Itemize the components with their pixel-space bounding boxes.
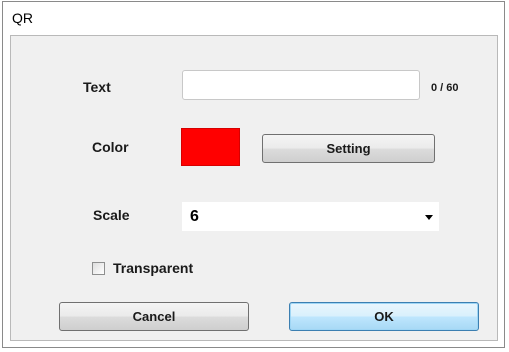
- chevron-down-icon: [425, 215, 433, 220]
- color-label: Color: [92, 139, 129, 155]
- window-title: QR: [12, 10, 33, 26]
- cancel-button[interactable]: Cancel: [59, 302, 249, 331]
- scale-selected-value: 6: [190, 208, 199, 225]
- qr-dialog-window: QR Text 0 / 60 Color Setting Scale 6 Tra…: [2, 1, 505, 348]
- ok-button[interactable]: OK: [289, 302, 479, 331]
- dialog-body: Text 0 / 60 Color Setting Scale 6 Transp…: [10, 35, 498, 341]
- text-input[interactable]: [182, 70, 420, 100]
- transparent-label[interactable]: Transparent: [113, 260, 193, 276]
- scale-dropdown[interactable]: 6: [181, 201, 440, 232]
- text-label: Text: [83, 79, 111, 95]
- text-character-counter: 0 / 60: [431, 82, 459, 94]
- title-bar[interactable]: QR: [3, 2, 504, 35]
- transparent-checkbox[interactable]: [92, 262, 105, 275]
- color-swatch: [181, 128, 240, 166]
- scale-label: Scale: [93, 207, 130, 223]
- color-setting-button[interactable]: Setting: [262, 134, 435, 163]
